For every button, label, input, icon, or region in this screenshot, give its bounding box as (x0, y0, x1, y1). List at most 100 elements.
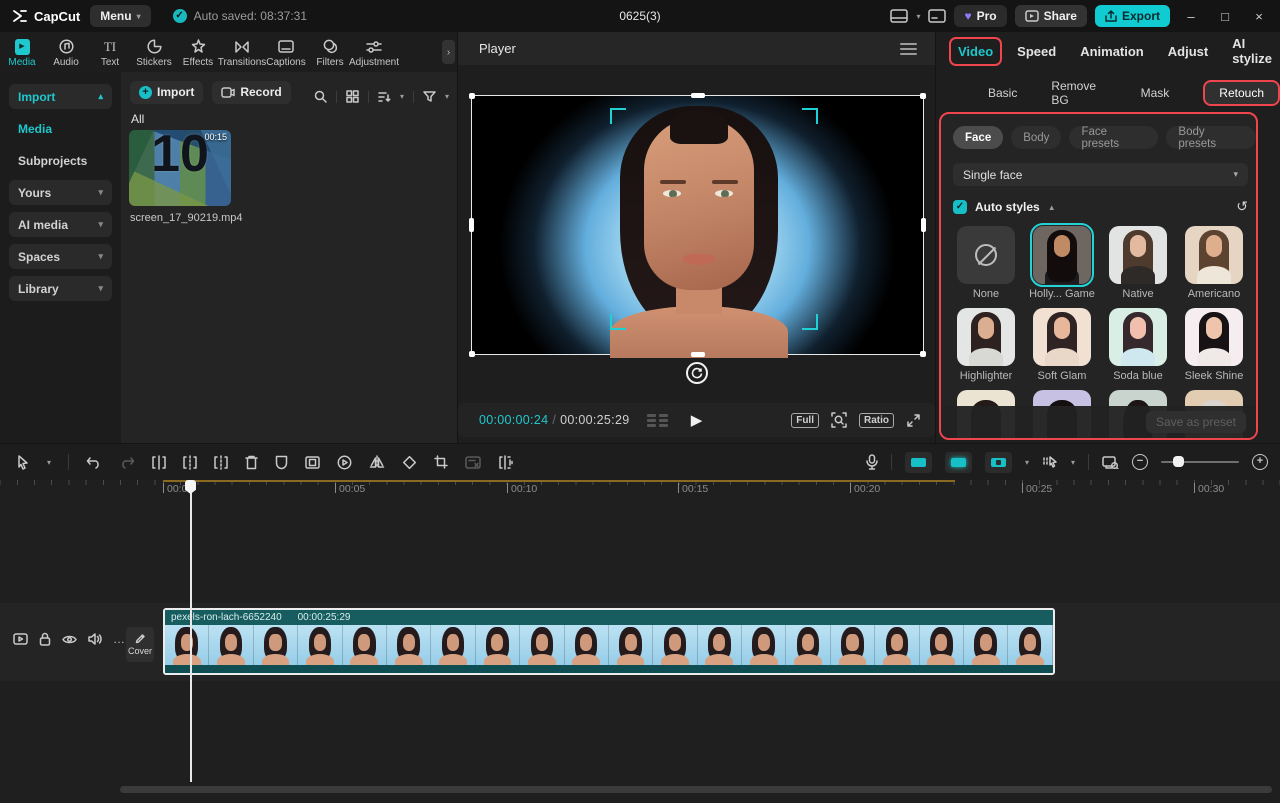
video-preview[interactable] (471, 95, 924, 355)
undo-icon[interactable] (86, 456, 102, 469)
import-button[interactable]: + Import (130, 81, 203, 104)
horizontal-scrollbar[interactable] (120, 786, 1272, 793)
tab-media[interactable]: ▶ Media (0, 37, 44, 68)
preset-holly-game[interactable]: Holly... Game (1029, 226, 1095, 300)
pill-face[interactable]: Face (953, 126, 1003, 149)
mask-icon[interactable] (275, 455, 288, 470)
speed-icon[interactable] (337, 455, 352, 470)
transform-handle[interactable] (691, 93, 705, 98)
playhead-line[interactable] (190, 480, 192, 782)
pill-body-presets[interactable]: Body presets (1166, 126, 1256, 149)
delete-icon[interactable] (245, 455, 258, 470)
lock-icon[interactable] (39, 632, 51, 646)
crop-icon[interactable] (434, 455, 448, 469)
sidebar-item-media[interactable]: Media (9, 116, 112, 141)
pro-button[interactable]: ♥ Pro (954, 5, 1006, 27)
zoom-in-icon[interactable]: + (1252, 454, 1268, 470)
trim-right-icon[interactable] (214, 455, 228, 470)
layout-panels-icon[interactable] (890, 9, 908, 23)
sidebar-item-yours[interactable]: Yours ▾ (9, 180, 112, 205)
layout-chevron-icon[interactable]: ▾ (916, 12, 920, 21)
record-button[interactable]: Record (212, 81, 290, 104)
tab-transitions[interactable]: Transitions (220, 37, 264, 68)
sort-icon[interactable] (378, 91, 391, 103)
fullscreen-icon[interactable] (906, 413, 921, 428)
chevron-down-icon[interactable]: ▾ (47, 458, 51, 467)
save-as-preset-button[interactable]: Save as preset (1146, 411, 1246, 433)
preset-soft-glam[interactable]: Soft Glam (1029, 308, 1095, 382)
media-clip-thumbnail[interactable]: 10 00:15 (129, 130, 231, 206)
sidebar-item-library[interactable]: Library ▾ (9, 276, 112, 301)
transform-handle[interactable] (469, 218, 474, 232)
tab-adjustment[interactable]: Adjustment (352, 37, 396, 68)
select-tool-icon[interactable] (16, 455, 30, 470)
rotate-icon[interactable] (402, 455, 417, 470)
chevron-down-icon[interactable]: ▾ (400, 92, 404, 101)
split-icon[interactable] (152, 455, 166, 470)
transform-handle[interactable] (920, 351, 926, 357)
subtab-basic[interactable]: Basic (988, 86, 1017, 100)
transform-handle[interactable] (921, 218, 926, 232)
menu-button[interactable]: Menu ▾ (90, 5, 150, 27)
click-select-icon[interactable] (1042, 455, 1058, 469)
pill-face-presets[interactable]: Face presets (1069, 126, 1158, 149)
grid-view-icon[interactable] (346, 90, 359, 103)
preset-americano[interactable]: Americano (1181, 226, 1247, 300)
tab-effects[interactable]: Effects (176, 37, 220, 68)
sidebar-item-spaces[interactable]: Spaces ▾ (9, 244, 112, 269)
transform-handle[interactable] (691, 352, 705, 357)
preset-none[interactable]: None (953, 226, 1019, 300)
timeline-zoom-slider[interactable] (1161, 461, 1239, 463)
face-mode-select[interactable]: Single face ▾ (953, 163, 1248, 186)
rotate-button[interactable] (686, 362, 708, 384)
tab-captions[interactable]: Captions (264, 37, 308, 68)
tab-text[interactable]: TI Text (88, 37, 132, 68)
transform-handle[interactable] (920, 93, 926, 99)
zoom-out-icon[interactable]: − (1132, 454, 1148, 470)
transform-handle[interactable] (469, 93, 475, 99)
link-clips-button[interactable] (985, 452, 1012, 473)
text-clear-icon[interactable] (465, 456, 481, 469)
share-button[interactable]: Share (1015, 5, 1087, 27)
speaker-icon[interactable] (88, 633, 102, 645)
eye-icon[interactable] (62, 634, 77, 645)
chevron-down-icon[interactable]: ▾ (445, 92, 449, 101)
cover-button[interactable]: Cover (126, 627, 154, 662)
sidebar-item-import[interactable]: Import ▴ (9, 84, 112, 109)
chevron-down-icon[interactable]: ▾ (1071, 458, 1075, 467)
filter-icon[interactable] (423, 91, 436, 102)
preset-sleek-shine[interactable]: Sleek Shine (1181, 308, 1247, 382)
tab-adjust[interactable]: Adjust (1168, 44, 1208, 59)
sidebar-item-subprojects[interactable]: Subprojects (9, 148, 112, 173)
tab-video[interactable]: Video (958, 44, 993, 59)
play-button[interactable]: ▶ (691, 411, 703, 429)
maximize-button[interactable]: □ (1212, 9, 1238, 24)
ribbon-expand-button[interactable]: › (442, 40, 455, 64)
ratio-button[interactable]: Ratio (859, 413, 894, 428)
auto-snap-button[interactable] (945, 452, 972, 473)
chevron-down-icon[interactable]: ▾ (1025, 458, 1029, 467)
tab-audio[interactable]: Audio (44, 37, 88, 68)
tab-stickers[interactable]: Stickers (132, 37, 176, 68)
voiceover-mic-icon[interactable] (866, 454, 878, 470)
split-audio-icon[interactable] (498, 455, 513, 470)
compact-layout-icon[interactable] (928, 9, 946, 23)
pill-body[interactable]: Body (1011, 126, 1061, 149)
subtab-remove-bg[interactable]: Remove BG (1051, 79, 1106, 107)
close-button[interactable]: × (1246, 9, 1272, 24)
minimize-button[interactable]: – (1178, 9, 1204, 24)
tab-speed[interactable]: Speed (1017, 44, 1056, 59)
preview-zoom-icon[interactable] (831, 412, 847, 428)
timeline[interactable]: 00:00 00:05 00:10 00:15 00:20 00:25 00:3… (0, 480, 1280, 803)
overlay-icon[interactable] (305, 456, 320, 469)
collapse-icon[interactable]: ▲ (1048, 203, 1056, 212)
preset-soda-blue[interactable]: Soda blue (1105, 308, 1171, 382)
tab-ai-stylize[interactable]: AI stylize (1232, 36, 1280, 66)
tab-animation[interactable]: Animation (1080, 44, 1144, 59)
magnetic-snap-button[interactable] (905, 452, 932, 473)
full-button[interactable]: Full (791, 413, 819, 428)
auto-styles-checkbox[interactable]: ✓ (953, 200, 967, 214)
filter-all-label[interactable]: All (131, 112, 144, 126)
trim-left-icon[interactable] (183, 455, 197, 470)
redo-icon[interactable] (119, 456, 135, 469)
